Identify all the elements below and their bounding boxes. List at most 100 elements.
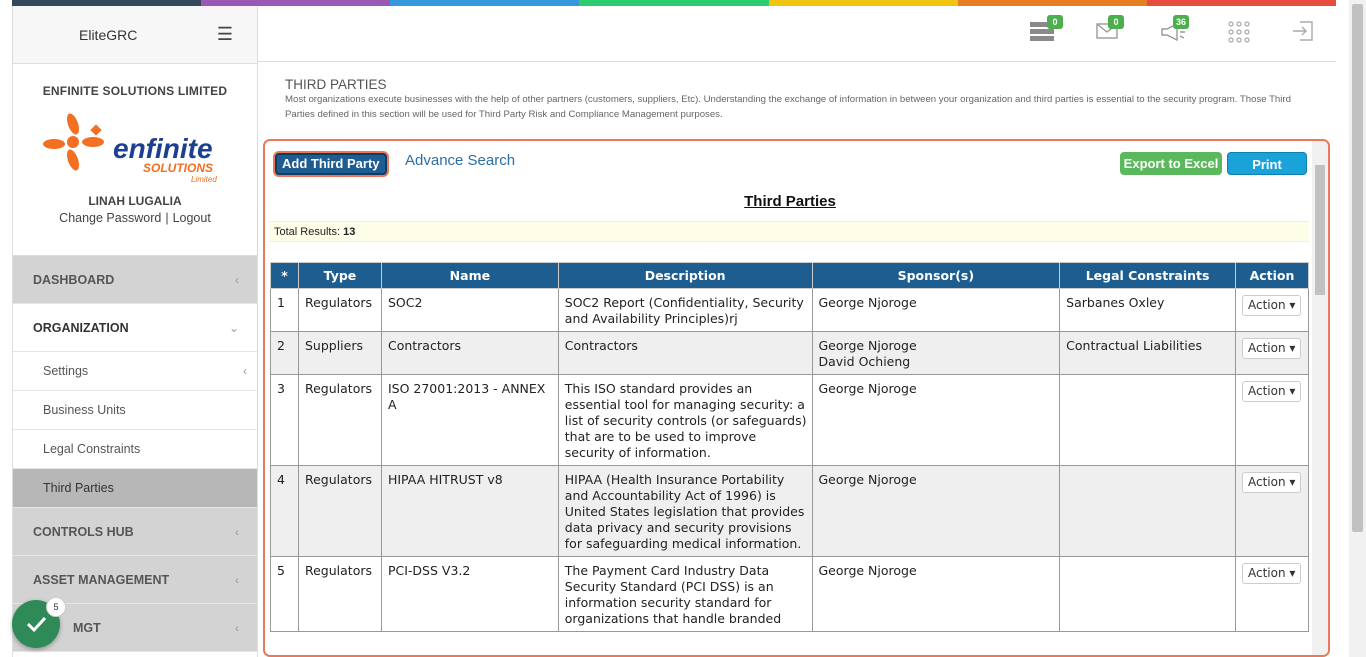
sidebar-item-legal-constraints[interactable]: Legal Constraints	[13, 430, 257, 469]
col-header: *	[270, 262, 299, 289]
action-dropdown[interactable]: Action ▾	[1241, 472, 1302, 493]
servers-badge: 0	[1047, 15, 1063, 29]
action-label: Action	[1247, 566, 1286, 580]
page-title: THIRD PARTIES	[285, 77, 387, 92]
sidebar: EliteGRC ☰ ENFINITE SOLUTIONS LIMITED en…	[12, 6, 258, 657]
panel-scrollbar[interactable]	[1312, 141, 1328, 655]
org-profile: ENFINITE SOLUTIONS LIMITED enfinite SOLU…	[13, 64, 257, 256]
user-links: Change Password | Logout	[13, 211, 257, 225]
nav-controls-hub[interactable]: CONTROLS HUB ‹	[13, 508, 257, 556]
cell-legal	[1059, 556, 1236, 632]
action-dropdown[interactable]: Action ▾	[1241, 563, 1302, 584]
logo-sub: SOLUTIONS	[143, 161, 213, 175]
chevron-left-icon: ‹	[235, 572, 239, 587]
caret-down-icon: ▾	[1289, 566, 1296, 580]
table-row: 3 Regulators ISO 27001:2013 - ANNEX A Th…	[270, 374, 1310, 466]
chevron-left-icon: ‹	[235, 524, 239, 539]
col-header: Description	[557, 262, 813, 289]
nav-label: ORGANIZATION	[33, 320, 129, 335]
cell-type: Regulators	[297, 288, 382, 332]
cell-sponsors: George Njoroge	[811, 465, 1061, 557]
print-button[interactable]: Print	[1227, 152, 1307, 175]
cell-description: The Payment Card Industry Data Security …	[557, 556, 813, 632]
announcement-badge: 36	[1173, 15, 1189, 29]
top-header: 0 0 36	[258, 6, 1336, 62]
cell-num: 5	[270, 556, 299, 632]
chevron-down-icon: ⌄	[228, 320, 239, 335]
nav-asset-management[interactable]: ASSET MANAGEMENT ‹	[13, 556, 257, 604]
table-row: 5 Regulators PCI-DSS V3.2 The Payment Ca…	[270, 556, 1310, 632]
cell-action: Action ▾	[1234, 331, 1310, 375]
export-to-excel-button[interactable]: Export to Excel	[1120, 152, 1222, 175]
cell-sponsors: George Njoroge	[811, 556, 1061, 632]
add-third-party-button[interactable]: Add Third Party	[275, 153, 387, 175]
table-row: 4 Regulators HIPAA HITRUST v8 HIPAA (Hea…	[270, 465, 1310, 557]
cell-description: This ISO standard provides an essential …	[557, 374, 813, 466]
chevron-left-icon: ‹	[243, 364, 247, 378]
nav-dashboard[interactable]: DASHBOARD ‹	[13, 256, 257, 304]
cell-legal: Contractual Liabilities	[1059, 331, 1236, 375]
chevron-left-icon: ‹	[235, 272, 239, 287]
sign-out-icon	[1293, 21, 1313, 41]
change-password-link[interactable]: Change Password	[59, 211, 161, 225]
cell-num: 4	[270, 465, 299, 557]
panel-scrollbar-thumb[interactable]	[1315, 165, 1325, 295]
sidebar-item-settings[interactable]: Settings ‹	[13, 352, 257, 391]
nav-organization[interactable]: ORGANIZATION ⌄	[13, 304, 257, 352]
org-name: ENFINITE SOLUTIONS LIMITED	[42, 84, 228, 98]
third-parties-table: * Type Name Description Sponsor(s) Legal…	[270, 262, 1310, 632]
table-title: Third Parties	[744, 193, 836, 210]
table-header-row: * Type Name Description Sponsor(s) Legal…	[270, 262, 1310, 289]
logout-icon[interactable]	[1291, 20, 1321, 48]
action-dropdown[interactable]: Action ▾	[1241, 338, 1302, 359]
logo-tag: Limited	[191, 175, 217, 184]
sidebar-item-third-parties[interactable]: Third Parties	[13, 469, 257, 508]
caret-down-icon: ▾	[1289, 298, 1296, 312]
org-logo-graphic: enfinite SOLUTIONS Limited	[43, 113, 217, 184]
nav-label: CONTROLS HUB	[33, 524, 134, 539]
total-value: 13	[343, 226, 356, 238]
cell-description: Contractors	[557, 331, 813, 375]
logo-wordmark: enfinite	[113, 133, 213, 164]
app-title[interactable]: EliteGRC	[79, 27, 137, 43]
page-scrollbar[interactable]	[1349, 0, 1366, 657]
sidebar-item-business-units[interactable]: Business Units	[13, 391, 257, 430]
mail-badge: 0	[1108, 15, 1124, 29]
action-dropdown[interactable]: Action ▾	[1241, 381, 1302, 402]
page-scrollbar-thumb[interactable]	[1352, 4, 1363, 532]
hamburger-menu-icon[interactable]: ☰	[217, 24, 233, 45]
action-dropdown[interactable]: Action ▾	[1241, 295, 1302, 316]
task-count-badge: 5	[46, 597, 66, 617]
page-description: Most organizations execute businesses wi…	[285, 94, 1291, 120]
servers-icon[interactable]: 0	[1029, 15, 1063, 48]
cell-action: Action ▾	[1234, 288, 1310, 332]
cell-name: Contractors	[380, 331, 559, 375]
logout-link[interactable]: Logout	[173, 211, 211, 225]
col-header: Type	[297, 262, 382, 289]
cell-num: 3	[270, 374, 299, 466]
cell-type: Regulators	[297, 465, 382, 557]
sub-label: Business Units	[43, 403, 126, 417]
cell-num: 1	[270, 288, 299, 332]
apps-grid-icon[interactable]	[1227, 20, 1257, 48]
org-logo: enfinite SOLUTIONS Limited	[43, 112, 227, 184]
cell-type: Regulators	[297, 374, 382, 466]
sub-label: Legal Constraints	[43, 442, 141, 456]
action-label: Action	[1247, 384, 1286, 398]
total-results: Total Results: 13	[269, 221, 1309, 242]
user-name: LINAH LUGALIA	[88, 194, 182, 208]
advance-search-link[interactable]: Advance Search	[405, 152, 515, 169]
brand-bar: EliteGRC ☰	[13, 6, 257, 64]
cell-action: Action ▾	[1234, 465, 1310, 557]
cell-description: HIPAA (Health Insurance Portability and …	[557, 465, 813, 557]
cell-description: SOC2 Report (Confidentiality, Security a…	[557, 288, 813, 332]
chevron-left-icon: ‹	[235, 620, 239, 635]
nav-label: DASHBOARD	[33, 272, 115, 287]
announcement-icon[interactable]: 36	[1159, 15, 1189, 48]
cell-sponsors: George Njoroge	[811, 374, 1061, 466]
caret-down-icon: ▾	[1289, 341, 1296, 355]
table-row: 2 Suppliers Contractors Contractors Geor…	[270, 331, 1310, 375]
mail-icon[interactable]: 0	[1096, 15, 1126, 48]
apps-grid-graphic	[1228, 21, 1250, 43]
cell-name: SOC2	[380, 288, 559, 332]
